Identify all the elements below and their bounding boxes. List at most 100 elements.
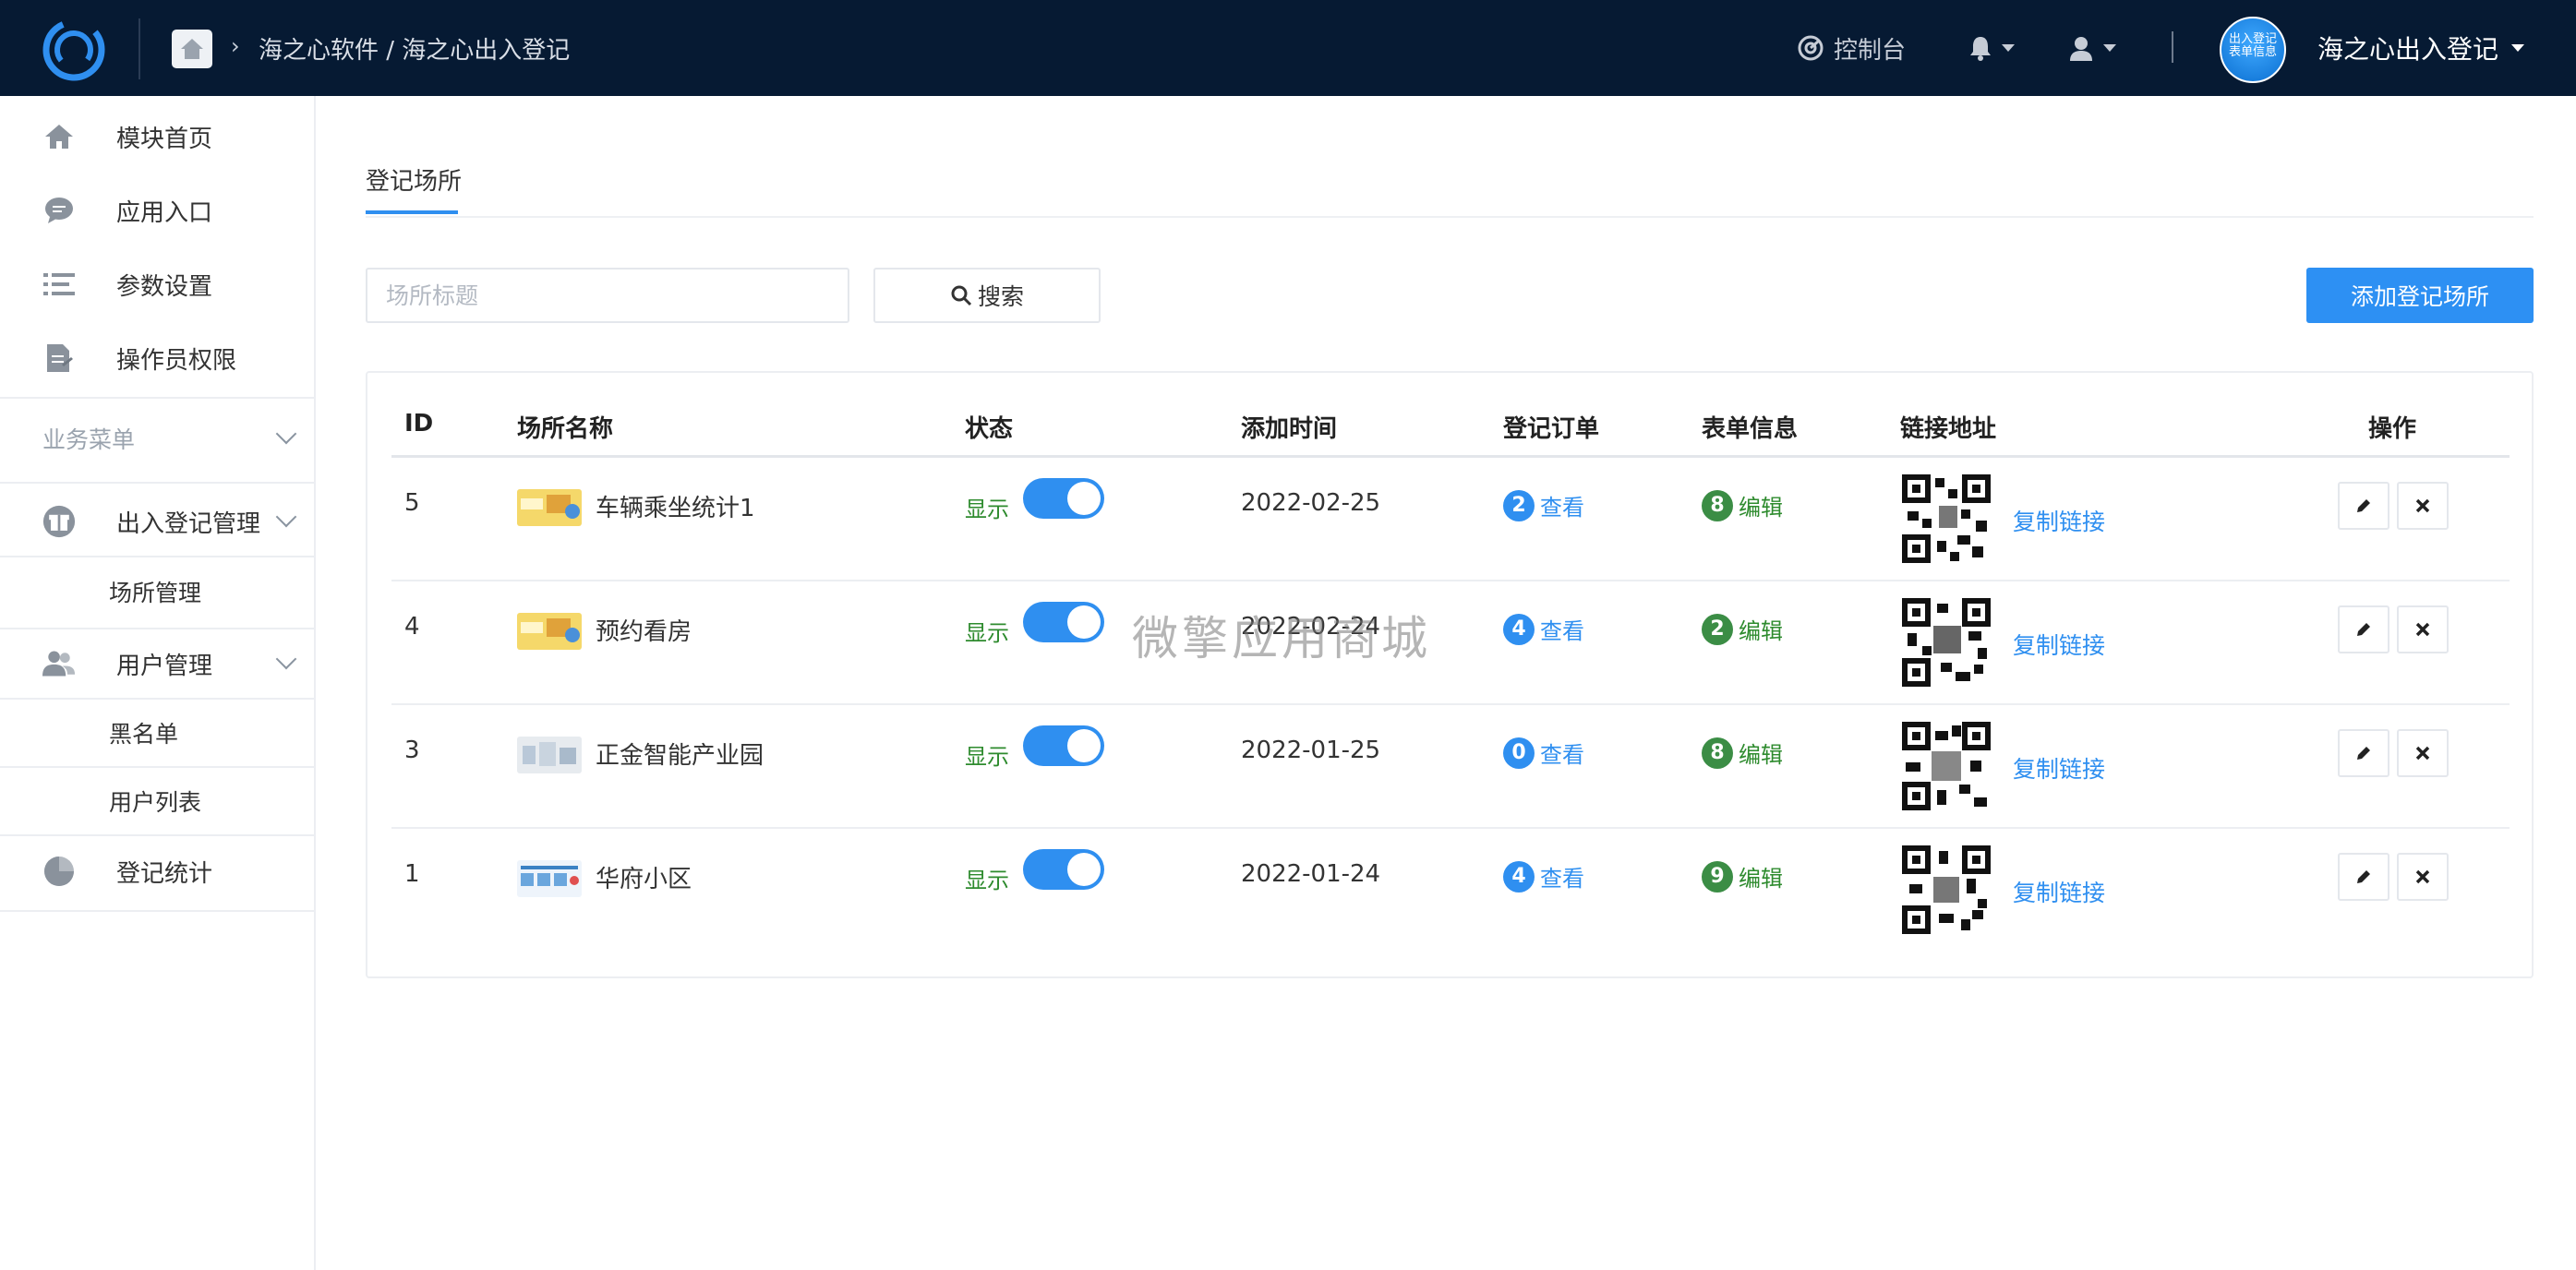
sidebar-subitem-userlist[interactable]: 用户列表 xyxy=(0,768,314,834)
pencil-icon xyxy=(2357,499,2370,512)
bell-icon xyxy=(1970,37,1991,61)
document-icon xyxy=(42,341,76,375)
add-venue-button[interactable]: 添加登记场所 xyxy=(2306,268,2534,323)
copy-link[interactable]: 复制链接 xyxy=(2013,751,2105,785)
chevron-down-icon xyxy=(275,423,297,445)
delete-button[interactable] xyxy=(2397,729,2449,777)
chevron-down-icon xyxy=(275,648,297,670)
delete-button[interactable] xyxy=(2397,482,2449,530)
edit-button[interactable] xyxy=(2338,729,2389,777)
sidebar-subitem-label: 用户列表 xyxy=(109,789,202,816)
sidebar-item-settings[interactable]: 参数设置 xyxy=(0,257,314,312)
toggle-knob xyxy=(1067,729,1101,762)
cell-status: 显示 xyxy=(965,744,1009,770)
chevron-down-icon xyxy=(2511,44,2525,52)
edit-link-label: 编辑 xyxy=(1739,866,1783,892)
breadcrumb[interactable]: 海之心软件 / 海之心出入登记 xyxy=(259,31,570,66)
view-orders-link[interactable]: 0 查看 xyxy=(1503,737,1584,769)
edit-button[interactable] xyxy=(2338,605,2389,653)
column-header-id: ID xyxy=(404,410,434,437)
visibility-toggle[interactable] xyxy=(1023,602,1104,642)
sidebar-item-label: 操作员权限 xyxy=(116,346,237,375)
visibility-toggle[interactable] xyxy=(1023,849,1104,890)
sidebar-item-permissions[interactable]: 操作员权限 xyxy=(0,330,314,386)
home-icon xyxy=(42,120,76,153)
edit-form-link[interactable]: 2 编辑 xyxy=(1702,613,1783,645)
close-icon xyxy=(2415,498,2430,513)
sidebar-group-title: 业务菜单 xyxy=(42,426,136,453)
edit-form-link[interactable]: 9 编辑 xyxy=(1702,860,1783,893)
app-logo[interactable] xyxy=(37,13,111,87)
tab-venues[interactable]: 登记场所 xyxy=(366,162,462,197)
copy-link[interactable]: 复制链接 xyxy=(2013,504,2105,537)
qr-code-image[interactable] xyxy=(1900,473,1992,565)
qr-code-image[interactable] xyxy=(1900,844,1992,936)
sidebar-item-app-entry[interactable]: 应用入口 xyxy=(0,183,314,238)
search-button[interactable]: 搜索 xyxy=(873,268,1101,323)
console-label: 控制台 xyxy=(1834,36,1907,65)
qr-code-image[interactable] xyxy=(1900,596,1992,689)
account-name: 海之心出入登记 xyxy=(2317,34,2499,65)
view-link-label: 查看 xyxy=(1540,742,1584,768)
copy-link[interactable]: 复制链接 xyxy=(2013,875,2105,908)
sidebar-item-statistics[interactable]: 登记统计 xyxy=(0,836,314,906)
orders-count-badge: 0 xyxy=(1503,737,1535,769)
search-icon xyxy=(951,285,972,306)
column-header-actions: 操作 xyxy=(2368,415,2417,443)
avatar[interactable]: 出入登记 表单信息 xyxy=(2220,17,2286,83)
top-bar: › 海之心软件 / 海之心出入登记 控制台 出入登记 表单信息 海之心出入登记 xyxy=(0,0,2576,96)
sidebar-item-home[interactable]: 模块首页 xyxy=(0,109,314,164)
user-menu[interactable] xyxy=(2068,0,2116,96)
edit-form-link[interactable]: 8 编辑 xyxy=(1702,489,1783,521)
user-icon xyxy=(2070,37,2092,61)
cell-status: 显示 xyxy=(965,620,1009,646)
chevron-down-icon xyxy=(2103,44,2116,52)
visibility-toggle[interactable] xyxy=(1023,725,1104,766)
edit-form-link[interactable]: 8 编辑 xyxy=(1702,737,1783,769)
sidebar-group-business[interactable]: 业务菜单 xyxy=(0,406,314,471)
copy-link[interactable]: 复制链接 xyxy=(2013,628,2105,661)
edit-button[interactable] xyxy=(2338,482,2389,530)
sidebar-subitem-venue[interactable]: 场所管理 xyxy=(0,557,314,626)
forms-count-badge: 2 xyxy=(1702,613,1733,645)
column-header-name: 场所名称 xyxy=(517,415,614,443)
sidebar-item-label: 应用入口 xyxy=(116,198,213,227)
cell-id: 4 xyxy=(404,613,420,641)
venue-thumbnail xyxy=(517,489,582,526)
chevron-down-icon xyxy=(275,506,297,528)
view-orders-link[interactable]: 2 查看 xyxy=(1503,489,1584,521)
breadcrumb-home-icon[interactable] xyxy=(172,30,212,68)
sidebar-item-checkin-management[interactable]: 出入登记管理 xyxy=(0,487,314,556)
console-link[interactable]: 控制台 xyxy=(1797,0,1906,96)
sidebar-item-label: 用户管理 xyxy=(116,652,213,680)
row-divider xyxy=(391,703,2510,705)
account-dropdown[interactable]: 海之心出入登记 xyxy=(2317,0,2525,96)
cell-name: 车辆乘坐统计1 xyxy=(596,495,755,522)
chat-icon xyxy=(42,194,76,227)
venue-thumbnail xyxy=(517,737,582,773)
sidebar-item-label: 出入登记管理 xyxy=(116,509,261,538)
notification-menu[interactable] xyxy=(1968,0,2015,96)
delete-button[interactable] xyxy=(2397,853,2449,901)
pencil-icon xyxy=(2357,623,2370,636)
view-link-label: 查看 xyxy=(1540,495,1584,521)
view-orders-link[interactable]: 4 查看 xyxy=(1503,860,1584,893)
view-link-label: 查看 xyxy=(1540,618,1584,644)
qr-code-image[interactable] xyxy=(1900,720,1992,812)
edit-button[interactable] xyxy=(2338,853,2389,901)
row-divider xyxy=(391,827,2510,829)
sidebar-item-user-management[interactable]: 用户管理 xyxy=(0,629,314,698)
watermark: 微擎应用商城 xyxy=(1132,612,1431,665)
chevron-right-icon: › xyxy=(231,33,240,59)
sidebar-subitem-blacklist[interactable]: 黑名单 xyxy=(0,700,314,766)
forms-count-badge: 8 xyxy=(1702,737,1733,769)
view-orders-link[interactable]: 4 查看 xyxy=(1503,613,1584,645)
search-input[interactable] xyxy=(366,268,849,323)
column-header-link: 链接地址 xyxy=(1900,415,1997,443)
visibility-toggle[interactable] xyxy=(1023,478,1104,519)
cell-status: 显示 xyxy=(965,497,1009,522)
delete-button[interactable] xyxy=(2397,605,2449,653)
sidebar-divider xyxy=(0,910,314,912)
list-icon xyxy=(42,268,76,301)
column-header-orders: 登记订单 xyxy=(1503,415,1600,443)
